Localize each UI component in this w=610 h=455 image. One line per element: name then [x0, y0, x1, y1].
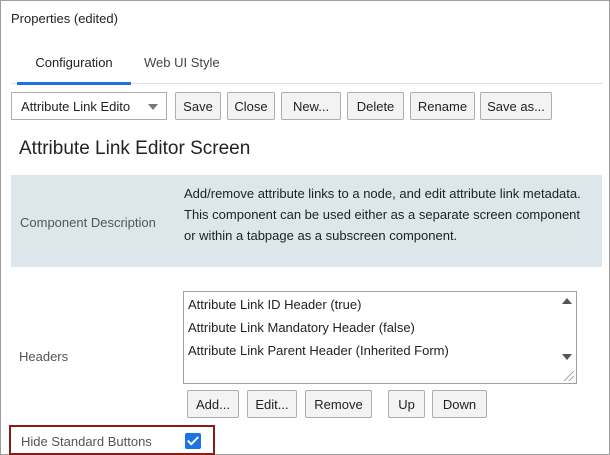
hide-standard-buttons-label: Hide Standard Buttons	[21, 434, 152, 449]
up-button[interactable]: Up	[388, 390, 425, 418]
down-button[interactable]: Down	[432, 390, 487, 418]
list-item[interactable]: Attribute Link ID Header (true)	[188, 297, 361, 312]
close-button[interactable]: Close	[227, 92, 275, 120]
panel-title: Properties (edited)	[11, 11, 118, 26]
component-description-text: Add/remove attribute links to a node, an…	[184, 186, 581, 243]
screen-title: Attribute Link Editor Screen	[19, 138, 251, 159]
component-description-row: Component Description Add/remove attribu…	[11, 175, 602, 267]
component-description-label: Component Description	[20, 215, 156, 230]
headers-label: Headers	[19, 349, 69, 364]
remove-button[interactable]: Remove	[305, 390, 372, 418]
tab-configuration[interactable]: Configuration	[17, 55, 131, 70]
tab-web-ui-style[interactable]: Web UI Style	[144, 55, 220, 70]
save-button[interactable]: Save	[175, 92, 221, 120]
configuration-select[interactable]: Attribute Link Edito	[11, 92, 167, 120]
tab-bar: Configuration Web UI Style	[11, 47, 603, 85]
hide-standard-buttons-row: Hide Standard Buttons	[9, 425, 215, 455]
edit-button[interactable]: Edit...	[247, 390, 297, 418]
chevron-down-icon	[148, 104, 158, 110]
scroll-down-icon[interactable]	[562, 354, 572, 360]
properties-panel: Properties (edited) Configuration Web UI…	[0, 0, 610, 455]
headers-listbox[interactable]: Attribute Link ID Header (true) Attribut…	[183, 291, 577, 384]
hide-standard-buttons-checkbox[interactable]	[185, 433, 201, 449]
delete-button[interactable]: Delete	[347, 92, 404, 120]
new-button[interactable]: New...	[281, 92, 341, 120]
rename-button[interactable]: Rename	[410, 92, 475, 120]
active-tab-indicator	[17, 82, 131, 85]
list-item[interactable]: Attribute Link Parent Header (Inherited …	[188, 343, 449, 358]
add-button[interactable]: Add...	[187, 390, 239, 418]
list-item[interactable]: Attribute Link Mandatory Header (false)	[188, 320, 415, 335]
scroll-up-icon[interactable]	[562, 298, 572, 304]
configuration-select-value: Attribute Link Edito	[21, 99, 131, 114]
save-as-button[interactable]: Save as...	[480, 92, 552, 120]
resize-grip-icon[interactable]	[564, 371, 574, 381]
